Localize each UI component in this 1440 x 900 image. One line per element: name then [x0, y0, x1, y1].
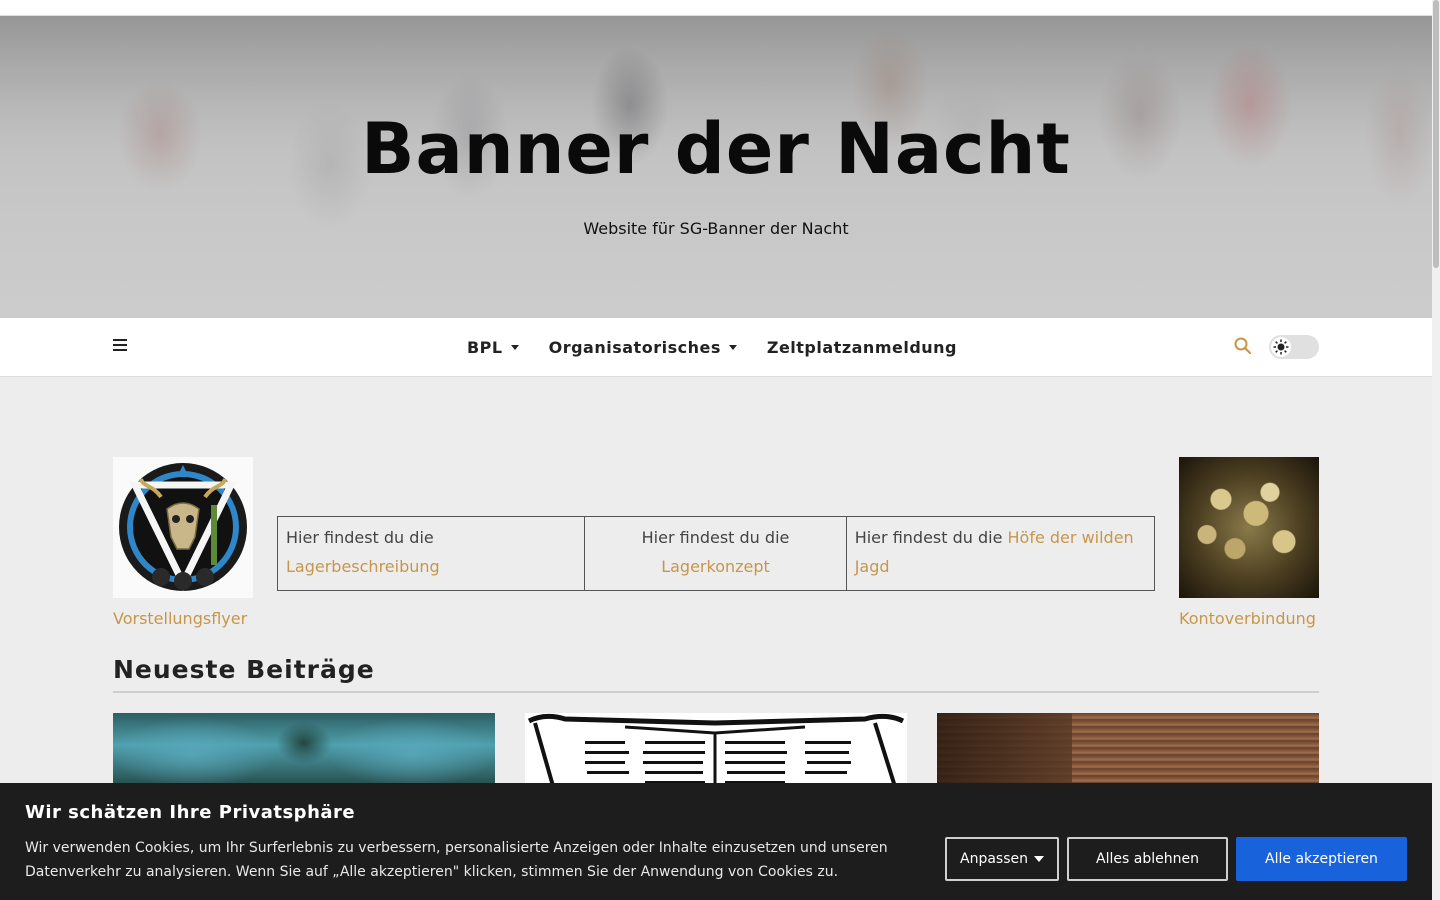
nav-menu: BPL Organisatorisches Zeltplatzanmeldung [0, 318, 1432, 377]
customize-label: Anpassen [960, 851, 1028, 867]
info-cell-lagerbeschreibung: Hier findest du die Lagerbeschreibung [278, 517, 584, 590]
lagerkonzept-link[interactable]: Lagerkonzept [661, 557, 770, 576]
nav-item-zeltplatzanmeldung[interactable]: Zeltplatzanmeldung [767, 338, 957, 357]
info-cell-prefix: Hier findest du die [286, 528, 434, 547]
accept-all-button[interactable]: Alle akzeptieren [1236, 837, 1407, 881]
nav-item-label: BPL [466, 338, 503, 357]
reject-all-button[interactable]: Alles ablehnen [1067, 837, 1228, 881]
nav-item-bpl[interactable]: BPL [467, 338, 519, 357]
main-navbar: BPL Organisatorisches Zeltplatzanmeldung [0, 318, 1432, 377]
post-card-image-old-books[interactable] [937, 713, 1319, 793]
chevron-down-icon [728, 345, 737, 350]
scrollbar-thumb[interactable] [1433, 0, 1439, 268]
latest-posts-heading: Neueste Beiträge [113, 655, 375, 684]
chevron-down-icon [1034, 856, 1044, 862]
nav-item-label: Organisatorisches [548, 338, 721, 357]
lagerbeschreibung-link[interactable]: Lagerbeschreibung [286, 557, 440, 576]
theme-toggle[interactable] [1269, 335, 1319, 359]
search-icon[interactable] [1234, 337, 1252, 355]
info-table: Hier findest du die Lagerbeschreibung Hi… [277, 516, 1155, 591]
site-title[interactable]: Banner der Nacht [0, 108, 1432, 190]
section-divider [113, 691, 1319, 693]
page-scrollbar[interactable] [1432, 0, 1440, 900]
nav-item-organisatorisches[interactable]: Organisatorisches [549, 338, 737, 357]
info-cell-lagerkonzept: Hier findest du die Lagerkonzept [584, 517, 845, 590]
info-cell-prefix: Hier findest du die [641, 528, 790, 547]
cookie-text: Wir verwenden Cookies, um Ihr Surferlebn… [25, 840, 888, 880]
site-subtitle: Website für SG-Banner der Nacht [583, 219, 849, 238]
chevron-down-icon [510, 345, 519, 350]
flyer-link[interactable]: Vorstellungsflyer [113, 609, 247, 628]
post-card-image-forest[interactable] [113, 713, 495, 793]
open-book-icon [525, 713, 907, 793]
info-cell-hoefe: Hier findest du die Höfe der wilden Jagd [845, 517, 1154, 590]
sun-icon [1271, 337, 1291, 357]
site-header-banner: Banner der Nacht Website für SG-Banner d… [0, 16, 1432, 318]
customize-button[interactable]: Anpassen [945, 837, 1059, 881]
coins-image[interactable] [1179, 457, 1319, 598]
post-card-image-book[interactable] [525, 713, 907, 793]
flyer-image[interactable] [113, 457, 253, 598]
camp-emblem-icon [113, 457, 253, 598]
nav-item-label: Zeltplatzanmeldung [766, 338, 958, 357]
cookie-title: Wir schätzen Ihre Privatsphäre [25, 802, 356, 823]
kontoverbindung-link[interactable]: Kontoverbindung [1179, 609, 1316, 628]
info-cell-prefix: Hier findest du die [854, 528, 1008, 547]
top-strip [0, 0, 1432, 16]
cookie-consent-banner: Wir schätzen Ihre Privatsphäre Wir verwe… [0, 783, 1432, 900]
